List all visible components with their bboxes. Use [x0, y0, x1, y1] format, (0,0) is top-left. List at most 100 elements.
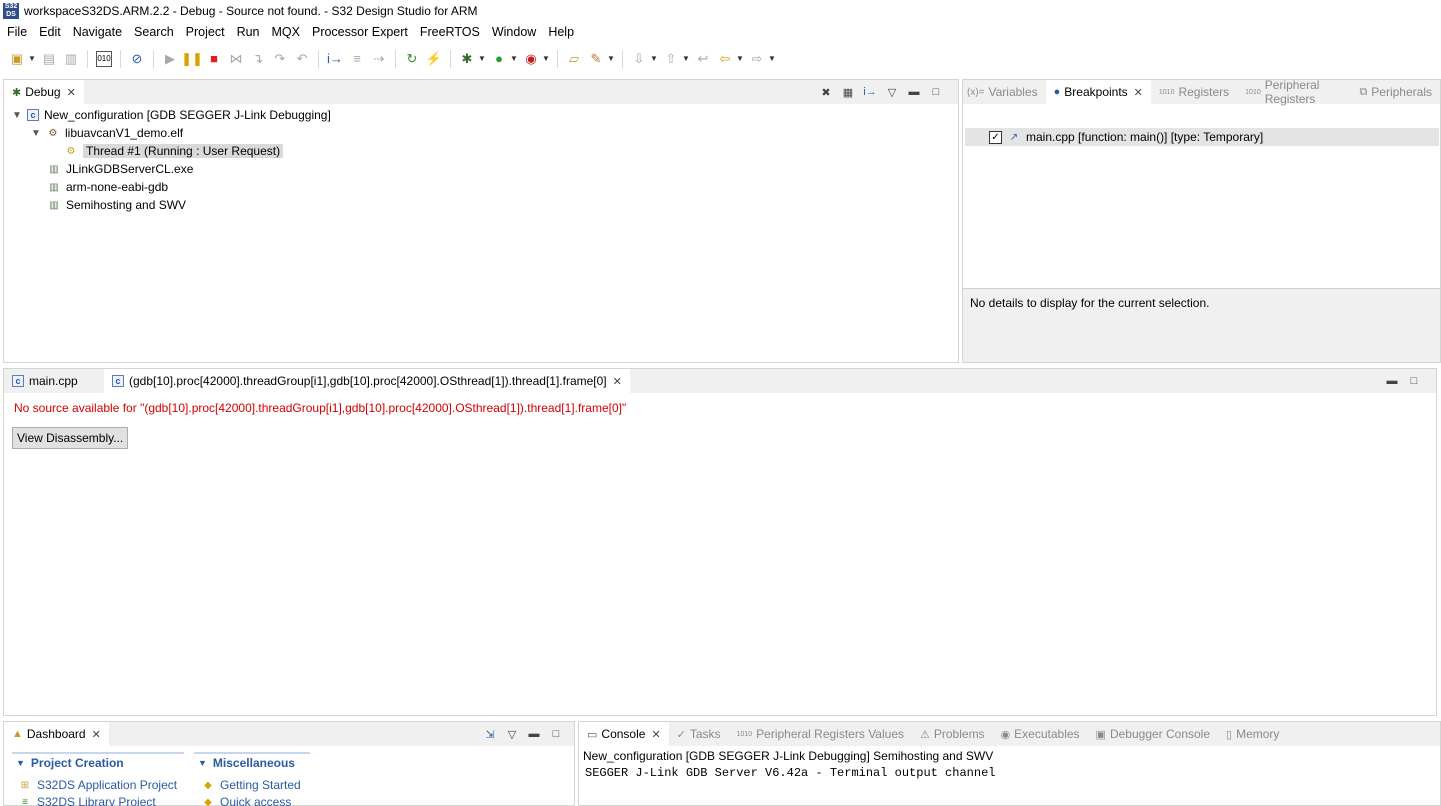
menu-project[interactable]: Project [180, 25, 231, 39]
back-dropdown-icon[interactable]: ▼ [736, 51, 744, 67]
link-getting-started[interactable]: ◆ Getting Started [201, 778, 301, 792]
collapse-arrow-icon[interactable]: ▼ [30, 128, 42, 139]
maximize-icon[interactable]: □ [928, 84, 944, 100]
remove-terminated-icon[interactable]: ✖ [818, 84, 834, 100]
menu-edit[interactable]: Edit [33, 25, 67, 39]
link-quick-access[interactable]: ◆ Quick access [201, 795, 291, 806]
minimize-icon[interactable]: ▬ [906, 84, 922, 100]
menu-window[interactable]: Window [486, 25, 542, 39]
back-icon[interactable]: ⇦ [717, 51, 733, 67]
registers-icon: 1010 [736, 730, 753, 738]
instruction-stepping-icon[interactable]: i→ [862, 84, 878, 100]
menu-freertos[interactable]: FreeRTOS [414, 25, 486, 39]
binary-icon[interactable]: 010 [96, 51, 112, 67]
tab-breakpoints[interactable]: ● Breakpoints ✕ [1045, 80, 1151, 104]
breakpoint-checkbox[interactable]: ✓ [989, 130, 1002, 144]
menu-search[interactable]: Search [128, 25, 180, 39]
collapse-arrow-icon[interactable]: ▼ [11, 110, 23, 121]
tab-debug[interactable]: ✱ Debug ✕ [4, 80, 84, 104]
flash-icon[interactable]: ⚡ [426, 51, 442, 67]
link-s32ds-application-project[interactable]: ⊞ S32DS Application Project [18, 778, 177, 792]
console-tabbar: ▭ Console ✕ ✓ Tasks 1010 Peripheral Regi… [579, 722, 1440, 746]
run-dropdown-icon[interactable]: ▼ [510, 51, 518, 67]
tab-problems[interactable]: ⚠ Problems [912, 722, 993, 746]
step-over-icon[interactable]: ↷ [272, 51, 288, 67]
forward-icon[interactable]: ⇨ [749, 51, 765, 67]
skip-breakpoints-icon[interactable]: ⊘ [129, 51, 145, 67]
last-edit-icon[interactable]: ↩ [695, 51, 711, 67]
menu-navigate[interactable]: Navigate [67, 25, 128, 39]
disconnect-icon[interactable]: ⋈ [228, 51, 244, 67]
debug-icon[interactable]: ✱ [459, 51, 475, 67]
tab-registers[interactable]: 1010 Registers [1151, 80, 1237, 104]
minimize-icon[interactable]: ▬ [526, 726, 542, 742]
tree-item-thread[interactable]: ⚙ Thread #1 (Running : User Request) [64, 142, 284, 160]
tab-executables[interactable]: ◉ Executables [993, 722, 1088, 746]
tab-peripheral-registers[interactable]: 1010 Peripheral Registers [1237, 78, 1351, 106]
menu-help[interactable]: Help [542, 25, 580, 39]
external-tools-icon[interactable]: ◉ [523, 51, 539, 67]
close-icon[interactable]: ✕ [67, 86, 76, 99]
instruction-stepping-icon[interactable]: i→ [327, 51, 343, 67]
tab-console[interactable]: ▭ Console ✕ [579, 722, 669, 746]
tab-main-cpp-label: main.cpp [29, 374, 78, 388]
tree-item-semihosting[interactable]: ▥ Semihosting and SWV [47, 196, 186, 214]
run-icon[interactable]: ● [491, 51, 507, 67]
link-s32ds-library-project[interactable]: ≡ S32DS Library Project [18, 795, 156, 806]
run-to-line-icon[interactable]: ⇢ [371, 51, 387, 67]
close-icon[interactable]: ✕ [92, 728, 101, 741]
close-icon[interactable]: ✕ [613, 375, 622, 388]
project-creation-group[interactable]: ▼ Project Creation [12, 752, 184, 772]
restart-icon[interactable]: ≡ [349, 51, 365, 67]
refresh-icon[interactable]: ↻ [404, 51, 420, 67]
next-annotation-icon[interactable]: ⇩ [631, 51, 647, 67]
save-all-icon[interactable]: ▥ [63, 51, 79, 67]
open-folder-icon[interactable]: ▱ [566, 51, 582, 67]
tree-item-jlink[interactable]: ▥ JLinkGDBServerCL.exe [47, 160, 193, 178]
save-icon[interactable]: ▤ [41, 51, 57, 67]
next-annotation-dropdown-icon[interactable]: ▼ [650, 51, 658, 67]
new-dropdown-icon[interactable]: ▼ [28, 51, 36, 67]
maximize-icon[interactable]: □ [1406, 373, 1422, 389]
tab-dashboard[interactable]: ▲ Dashboard ✕ [4, 722, 109, 746]
minimize-icon[interactable]: ▬ [1384, 373, 1400, 389]
view-menu-icon[interactable]: ▽ [504, 726, 520, 742]
terminate-icon[interactable]: ■ [206, 51, 222, 67]
forward-dropdown-icon[interactable]: ▼ [768, 51, 776, 67]
external-tools-dropdown-icon[interactable]: ▼ [542, 51, 550, 67]
breakpoint-row[interactable]: ✓ ↗ main.cpp [function: main()] [type: T… [965, 128, 1439, 146]
dashboard-settings-icon[interactable]: ⇲ [482, 726, 498, 742]
tab-peripheral-registers-values[interactable]: 1010 Peripheral Registers Values [729, 722, 912, 746]
tab-peripherals[interactable]: ⧉ Peripherals [1351, 80, 1440, 104]
tab-frame[interactable]: c (gdb[10].proc[42000].threadGroup[i1],g… [104, 369, 630, 393]
tab-memory[interactable]: ▯ Memory [1218, 722, 1287, 746]
prev-annotation-dropdown-icon[interactable]: ▼ [682, 51, 690, 67]
pin-icon[interactable]: ✎ [588, 51, 604, 67]
view-menu-icon[interactable]: ▽ [884, 84, 900, 100]
menu-file[interactable]: File [0, 25, 33, 39]
maximize-icon[interactable]: □ [548, 726, 564, 742]
tree-item-process[interactable]: ▼ ⚙ libuavcanV1_demo.elf [30, 124, 183, 142]
view-disassembly-button[interactable]: View Disassembly... [12, 427, 129, 449]
step-into-icon[interactable]: ↴ [250, 51, 266, 67]
debug-dropdown-icon[interactable]: ▼ [478, 51, 486, 67]
prev-annotation-icon[interactable]: ⇧ [663, 51, 679, 67]
suspend-icon[interactable]: ❚❚ [181, 51, 203, 67]
tree-item-gdb[interactable]: ▥ arm-none-eabi-gdb [47, 178, 168, 196]
pin-dropdown-icon[interactable]: ▼ [607, 51, 615, 67]
new-icon[interactable]: ▣ [9, 51, 25, 67]
close-icon[interactable]: ✕ [1134, 86, 1143, 99]
menu-run[interactable]: Run [231, 25, 266, 39]
step-return-icon[interactable]: ↶ [294, 51, 310, 67]
tab-debugger-console[interactable]: ▣ Debugger Console [1088, 722, 1218, 746]
collapse-icon[interactable]: ▦ [840, 84, 856, 100]
tree-item-launch[interactable]: ▼ c New_configuration [GDB SEGGER J-Link… [11, 106, 331, 124]
miscellaneous-group[interactable]: ▼ Miscellaneous [194, 752, 310, 772]
resume-icon[interactable]: ▶ [162, 51, 178, 67]
menu-mqx[interactable]: MQX [266, 25, 306, 39]
close-icon[interactable]: ✕ [651, 728, 660, 741]
tab-main-cpp[interactable]: c main.cpp [4, 369, 104, 393]
menu-processor-expert[interactable]: Processor Expert [306, 25, 414, 39]
tab-tasks[interactable]: ✓ Tasks [669, 722, 729, 746]
tab-variables[interactable]: (x)= Variables [963, 80, 1046, 104]
